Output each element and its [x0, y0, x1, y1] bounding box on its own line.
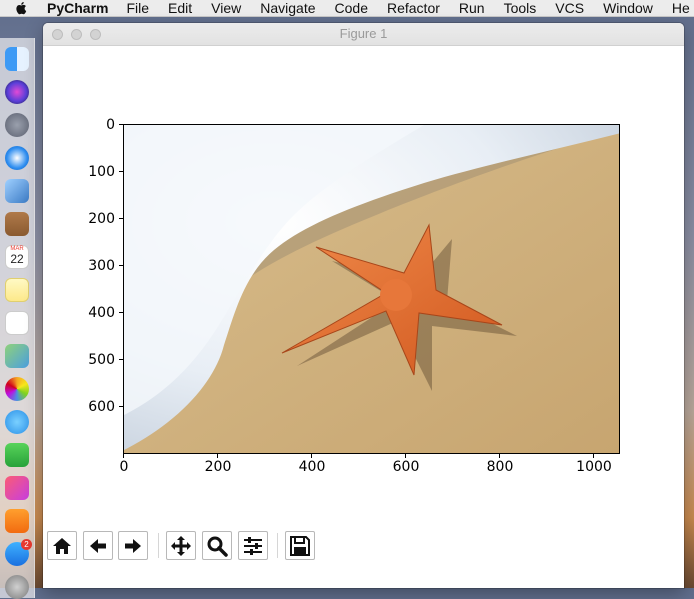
- forward-icon: [125, 538, 141, 553]
- title-bar: Figure 1: [43, 23, 684, 46]
- preview-icon[interactable]: [5, 179, 29, 203]
- back-icon: [90, 538, 106, 553]
- messages-icon[interactable]: [5, 410, 29, 434]
- app-store-badge: 2: [21, 539, 32, 550]
- back-button[interactable]: [83, 531, 113, 560]
- finder-icon[interactable]: [5, 47, 29, 71]
- y-tick: [119, 265, 123, 266]
- menu-help[interactable]: He: [672, 0, 690, 16]
- siri-icon[interactable]: [5, 80, 29, 104]
- y-tick-label: 200: [88, 211, 115, 227]
- y-tick-label: 300: [88, 258, 115, 274]
- y-tick: [119, 171, 123, 172]
- menu-tools[interactable]: Tools: [504, 0, 537, 16]
- dock: MAR 22 2: [0, 38, 35, 599]
- ibooks-icon[interactable]: [5, 509, 29, 533]
- y-tick: [119, 124, 123, 125]
- zoom-to-rect-button[interactable]: [202, 531, 232, 560]
- launchpad-icon[interactable]: [5, 113, 29, 137]
- toolbar-separator: [158, 533, 159, 558]
- x-tick-label: 400: [298, 459, 326, 475]
- save-icon: [290, 535, 310, 556]
- zoom-icon: [207, 536, 228, 557]
- x-tick-label: 200: [204, 459, 232, 475]
- menu-vcs[interactable]: VCS: [555, 0, 584, 16]
- x-tick: [217, 454, 218, 458]
- save-figure-button[interactable]: [285, 531, 315, 560]
- x-tick: [405, 454, 406, 458]
- calendar-day: 22: [10, 252, 24, 266]
- x-tick-label: 0: [119, 459, 129, 475]
- menu-window[interactable]: Window: [603, 0, 653, 16]
- image-axes[interactable]: [123, 124, 620, 454]
- menu-refactor[interactable]: Refactor: [387, 0, 440, 16]
- menu-file[interactable]: File: [126, 0, 149, 16]
- app-store-icon[interactable]: 2: [5, 539, 32, 566]
- window-title: Figure 1: [339, 26, 388, 41]
- home-icon: [53, 537, 71, 554]
- x-tick: [311, 454, 312, 458]
- configure-subplots-button[interactable]: [238, 531, 268, 560]
- menu-edit[interactable]: Edit: [168, 0, 192, 16]
- maps-icon[interactable]: [5, 344, 29, 368]
- system-preferences-icon[interactable]: [5, 575, 29, 599]
- x-tick: [123, 454, 124, 458]
- configure-subplots-icon: [244, 536, 262, 555]
- photos-icon[interactable]: [5, 377, 29, 401]
- apple-menu-icon[interactable]: [15, 1, 29, 15]
- menu-view[interactable]: View: [211, 0, 241, 16]
- forward-button[interactable]: [118, 531, 148, 560]
- figure-window: Figure 1 0 100 200 300 400 500 600 0 200…: [43, 23, 684, 588]
- y-tick: [119, 218, 123, 219]
- menu-navigate[interactable]: Navigate: [260, 0, 315, 16]
- safari-icon[interactable]: [5, 146, 29, 170]
- y-tick: [119, 359, 123, 360]
- menu-code[interactable]: Code: [335, 0, 368, 16]
- contacts-icon[interactable]: [5, 212, 29, 236]
- menu-app-name[interactable]: PyCharm: [47, 0, 108, 16]
- y-tick: [119, 312, 123, 313]
- reminders-icon[interactable]: [5, 311, 29, 335]
- pan-button[interactable]: [166, 531, 196, 560]
- menu-bar: PyCharm File Edit View Navigate Code Ref…: [0, 0, 694, 17]
- x-tick-label: 1000: [576, 459, 612, 475]
- x-tick: [593, 454, 594, 458]
- toolbar-separator: [277, 533, 278, 558]
- y-tick-label: 400: [88, 305, 115, 321]
- y-tick-label: 500: [88, 352, 115, 368]
- y-tick-label: 600: [88, 399, 115, 415]
- starfish-beach-image: [124, 125, 619, 453]
- y-tick-label: 0: [106, 117, 115, 133]
- menu-run[interactable]: Run: [459, 0, 485, 16]
- y-tick-label: 100: [88, 164, 115, 180]
- calendar-icon[interactable]: MAR 22: [5, 245, 29, 269]
- notes-icon[interactable]: [5, 278, 29, 302]
- home-button[interactable]: [47, 531, 77, 560]
- x-tick-label: 600: [392, 459, 420, 475]
- facetime-icon[interactable]: [5, 443, 29, 467]
- y-tick: [119, 406, 123, 407]
- x-tick: [499, 454, 500, 458]
- x-tick-label: 800: [486, 459, 514, 475]
- pan-icon: [171, 535, 191, 556]
- itunes-icon[interactable]: [5, 476, 29, 500]
